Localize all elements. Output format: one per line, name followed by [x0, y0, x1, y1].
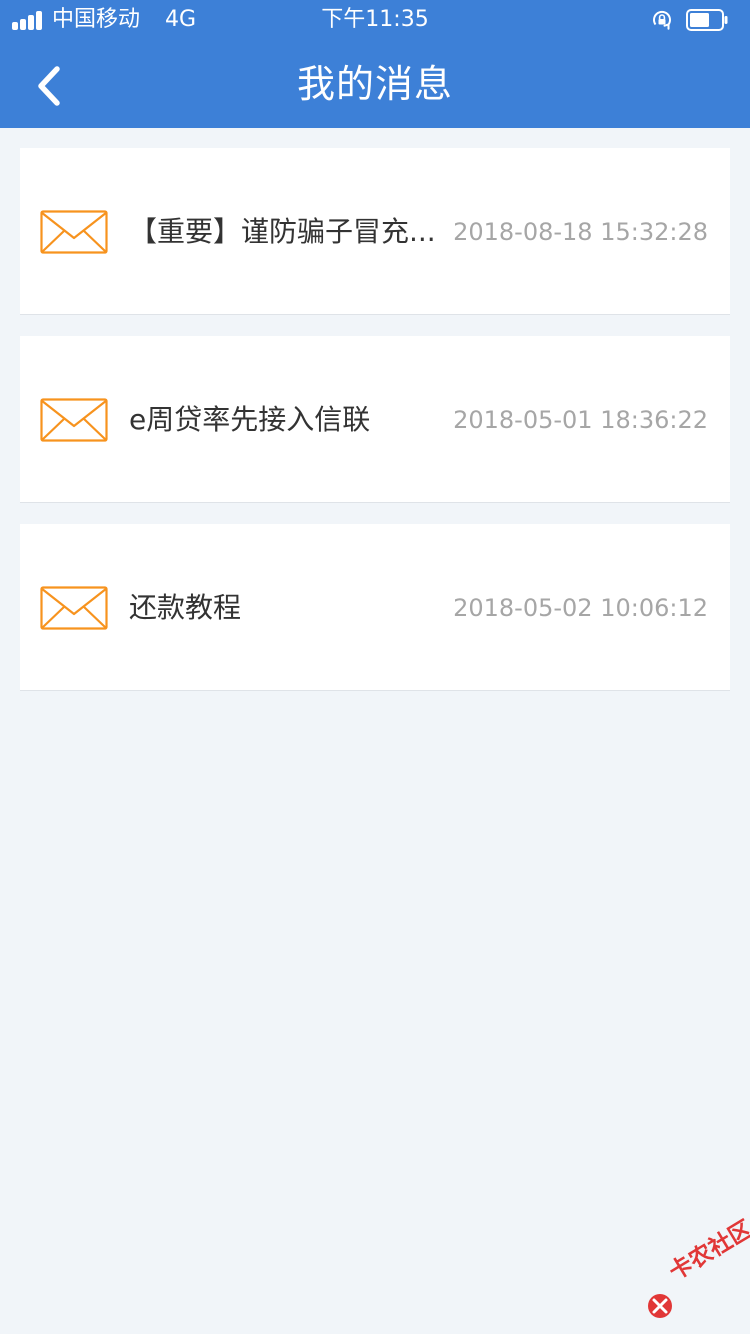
watermark-text: 卡农社区 [664, 1216, 750, 1286]
envelope-icon [40, 586, 108, 630]
envelope-icon [40, 398, 108, 442]
battery-icon [686, 9, 728, 31]
watermark-logo: 卡农社区 [646, 1216, 750, 1324]
watermark-mark-icon [648, 1294, 672, 1318]
message-item[interactable]: 【重要】谨防骗子冒充... 2018-08-18 15:32:28 [20, 148, 730, 315]
status-bar: 中国移动 4G 下午11:35 [0, 0, 750, 40]
message-time: 2018-08-18 15:32:28 [453, 218, 708, 246]
message-time: 2018-05-01 18:36:22 [453, 406, 708, 434]
message-item[interactable]: e周贷率先接入信联 2018-05-01 18:36:22 [20, 336, 730, 503]
status-time: 下午11:35 [321, 7, 429, 32]
message-list: 【重要】谨防骗子冒充... 2018-08-18 15:32:28 e周贷率先接… [20, 148, 730, 691]
envelope-icon [40, 210, 108, 254]
message-title: 还款教程 [129, 591, 242, 624]
rotation-lock-icon [653, 10, 671, 30]
header-bar: 中国移动 4G 下午11:35 我的消息 [0, 0, 750, 128]
message-title: e周贷率先接入信联 [129, 403, 371, 436]
message-title: 【重要】谨防骗子冒充... [129, 215, 436, 248]
page-title: 我的消息 [296, 62, 453, 106]
message-time: 2018-05-02 10:06:12 [453, 594, 708, 622]
message-item[interactable]: 还款教程 2018-05-02 10:06:12 [20, 524, 730, 691]
